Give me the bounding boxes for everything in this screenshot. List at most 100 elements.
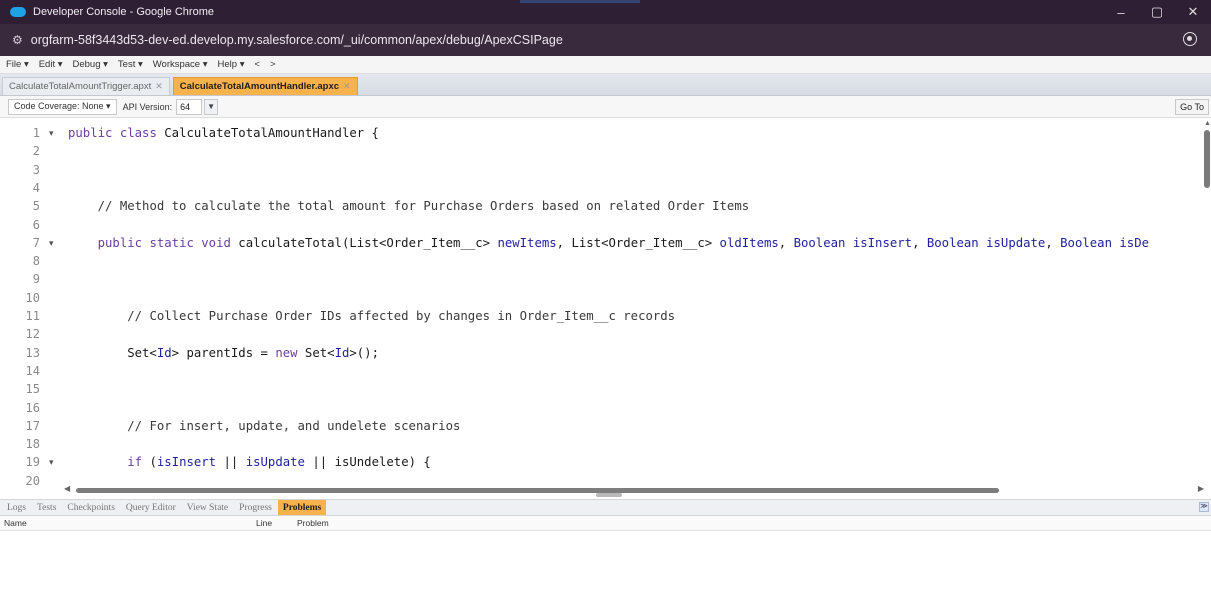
horizontal-scrollbar[interactable]: ◀ ▶ xyxy=(64,484,1204,494)
code-line[interactable]: 9 xyxy=(0,270,1211,289)
line-number: 6 xyxy=(32,217,40,232)
column-line[interactable]: Line xyxy=(256,518,272,528)
code-text[interactable]: // Collect Purchase Order IDs affected b… xyxy=(68,307,675,326)
line-number: 14 xyxy=(25,363,40,378)
menu-test[interactable]: Test ▾ xyxy=(118,59,143,70)
fold-toggle-icon[interactable]: ▾ xyxy=(49,453,54,472)
code-coverage-dropdown[interactable]: Code Coverage: None ▾ xyxy=(8,98,117,115)
horizontal-scroll-thumb[interactable] xyxy=(76,488,999,493)
code-text[interactable]: // Method to calculate the total amount … xyxy=(68,197,750,216)
column-problem[interactable]: Problem xyxy=(297,518,329,528)
line-number: 3 xyxy=(32,162,40,177)
salesforce-cloud-icon xyxy=(10,6,26,18)
code-text[interactable]: // For insert, update, and undelete scen… xyxy=(68,417,460,436)
editor-toolbar: Code Coverage: None ▾ API Version: 64 ▼ … xyxy=(0,96,1211,118)
line-number: 20 xyxy=(25,473,40,488)
tab-checkpoints[interactable]: Checkpoints xyxy=(62,500,120,515)
close-button[interactable]: ✕ xyxy=(1175,0,1211,24)
problems-table-body xyxy=(0,531,1211,609)
code-line[interactable]: 8 xyxy=(0,252,1211,271)
code-text[interactable]: public static void calculateTotal(List<O… xyxy=(68,234,1149,253)
line-number: 9 xyxy=(32,272,40,287)
code-line[interactable]: 5 // Method to calculate the total amoun… xyxy=(0,197,1211,216)
panel-resize-handle[interactable] xyxy=(596,493,622,497)
code-line[interactable]: 2 xyxy=(0,142,1211,161)
menu-file[interactable]: File ▾ xyxy=(6,59,29,70)
tab-problems[interactable]: Problems xyxy=(277,500,327,515)
code-line[interactable]: 7 ▾ public static void calculateTotal(Lis… xyxy=(0,234,1211,253)
line-number: 7 xyxy=(32,235,40,250)
vertical-scroll-thumb[interactable] xyxy=(1204,130,1210,188)
fold-toggle-icon[interactable]: ▾ xyxy=(49,234,54,253)
code-line[interactable]: 3 xyxy=(0,161,1211,180)
line-number: 15 xyxy=(25,382,40,397)
code-line[interactable]: 19 ▾ if (isInsert || isUpdate || isUndele… xyxy=(0,453,1211,472)
line-number: 19 xyxy=(25,455,40,470)
menu-debug[interactable]: Debug ▾ xyxy=(73,59,108,70)
tab-tests[interactable]: Tests xyxy=(32,500,61,515)
code-line[interactable]: 17 // For insert, update, and undelete s… xyxy=(0,417,1211,436)
line-number: 5 xyxy=(32,199,40,214)
line-number: 13 xyxy=(25,345,40,360)
url-text[interactable]: orgfarm-58f3443d53-dev-ed.develop.my.sal… xyxy=(31,33,563,47)
code-line[interactable]: 16 xyxy=(0,399,1211,418)
line-number: 16 xyxy=(25,400,40,415)
problems-table-header: Name Line Problem xyxy=(0,516,1211,531)
vertical-scrollbar[interactable]: ▲ xyxy=(1203,118,1211,488)
scroll-left-icon[interactable]: ◀ xyxy=(64,484,70,493)
chevron-down-icon[interactable]: ▼ xyxy=(204,98,219,115)
tab-handler-file[interactable]: CalculateTotalAmountHandler.apxc ✕ xyxy=(172,77,358,95)
line-number: 1 xyxy=(32,126,40,140)
tab-logs[interactable]: Logs xyxy=(2,500,31,515)
close-tab-icon[interactable]: ✕ xyxy=(343,81,351,92)
menu-workspace[interactable]: Workspace ▾ xyxy=(153,59,208,70)
scroll-up-icon[interactable]: ▲ xyxy=(1204,120,1211,127)
tab-query-editor[interactable]: Query Editor xyxy=(121,500,181,515)
window-controls: – ▢ ✕ xyxy=(1103,0,1211,24)
code-text[interactable]: Set<Id> parentIds = new Set<Id>(); xyxy=(68,344,379,363)
api-version-select[interactable]: 64 xyxy=(176,98,203,115)
code-line[interactable]: 11 // Collect Purchase Order IDs affecte… xyxy=(0,307,1211,326)
code-line[interactable]: 15 xyxy=(0,380,1211,399)
minimize-button[interactable]: – xyxy=(1103,0,1139,24)
menu-forward[interactable]: > xyxy=(270,59,276,70)
code-text[interactable]: public class CalculateTotalAmountHandler… xyxy=(68,124,379,143)
collapse-panel-icon[interactable]: ≫ xyxy=(1199,502,1209,512)
code-line[interactable]: 4 xyxy=(0,179,1211,198)
window-title: Developer Console - Google Chrome xyxy=(33,6,214,18)
menu-edit[interactable]: Edit ▾ xyxy=(39,59,63,70)
menu-help[interactable]: Help ▾ xyxy=(218,59,245,70)
tab-label: CalculateTotalAmountHandler.apxc xyxy=(179,81,340,92)
code-line[interactable]: 10 xyxy=(0,289,1211,308)
title-bar-accent xyxy=(520,0,640,3)
tab-progress[interactable]: Progress xyxy=(234,500,277,515)
maximize-button[interactable]: ▢ xyxy=(1139,0,1175,24)
code-line[interactable]: 14 xyxy=(0,362,1211,381)
bottom-panel-tabs: Logs Tests Checkpoints Query Editor View… xyxy=(0,499,1211,516)
go-to-button[interactable]: Go To xyxy=(1175,99,1209,115)
code-line[interactable]: 13 Set<Id> parentIds = new Set<Id>(); xyxy=(0,344,1211,363)
window-title-bar: Developer Console - Google Chrome – ▢ ✕ xyxy=(0,0,1211,24)
column-name[interactable]: Name xyxy=(4,518,27,528)
code-line[interactable]: 12 xyxy=(0,325,1211,344)
code-editor[interactable]: 1 ▾ public class CalculateTotalAmountHandl… xyxy=(0,118,1211,496)
code-line[interactable]: 6 xyxy=(0,216,1211,235)
code-text[interactable]: if (isInsert || isUpdate || isUndelete) … xyxy=(68,453,431,472)
close-tab-icon[interactable]: ✕ xyxy=(155,81,163,92)
api-version-label: API Version: xyxy=(122,101,173,112)
line-number: 12 xyxy=(25,327,40,342)
menu-back[interactable]: < xyxy=(254,59,260,70)
line-number: 10 xyxy=(25,290,40,305)
tab-view-state[interactable]: View State xyxy=(182,500,233,515)
fold-toggle-icon[interactable]: ▾ xyxy=(49,124,54,143)
code-line[interactable]: 1 ▾ public class CalculateTotalAmountHandl… xyxy=(0,124,1211,143)
code-line[interactable]: 18 xyxy=(0,435,1211,454)
tab-label: CalculateTotalAmountTrigger.apxt xyxy=(9,81,152,92)
address-bar[interactable]: ⚙ orgfarm-58f3443d53-dev-ed.develop.my.s… xyxy=(0,24,1211,56)
eye-icon[interactable] xyxy=(1183,32,1197,46)
site-settings-icon[interactable]: ⚙ xyxy=(12,33,23,47)
line-number: 17 xyxy=(25,418,40,433)
line-number: 2 xyxy=(32,144,40,159)
tab-trigger-file[interactable]: CalculateTotalAmountTrigger.apxt ✕ xyxy=(2,77,170,95)
scroll-right-icon[interactable]: ▶ xyxy=(1198,484,1204,493)
